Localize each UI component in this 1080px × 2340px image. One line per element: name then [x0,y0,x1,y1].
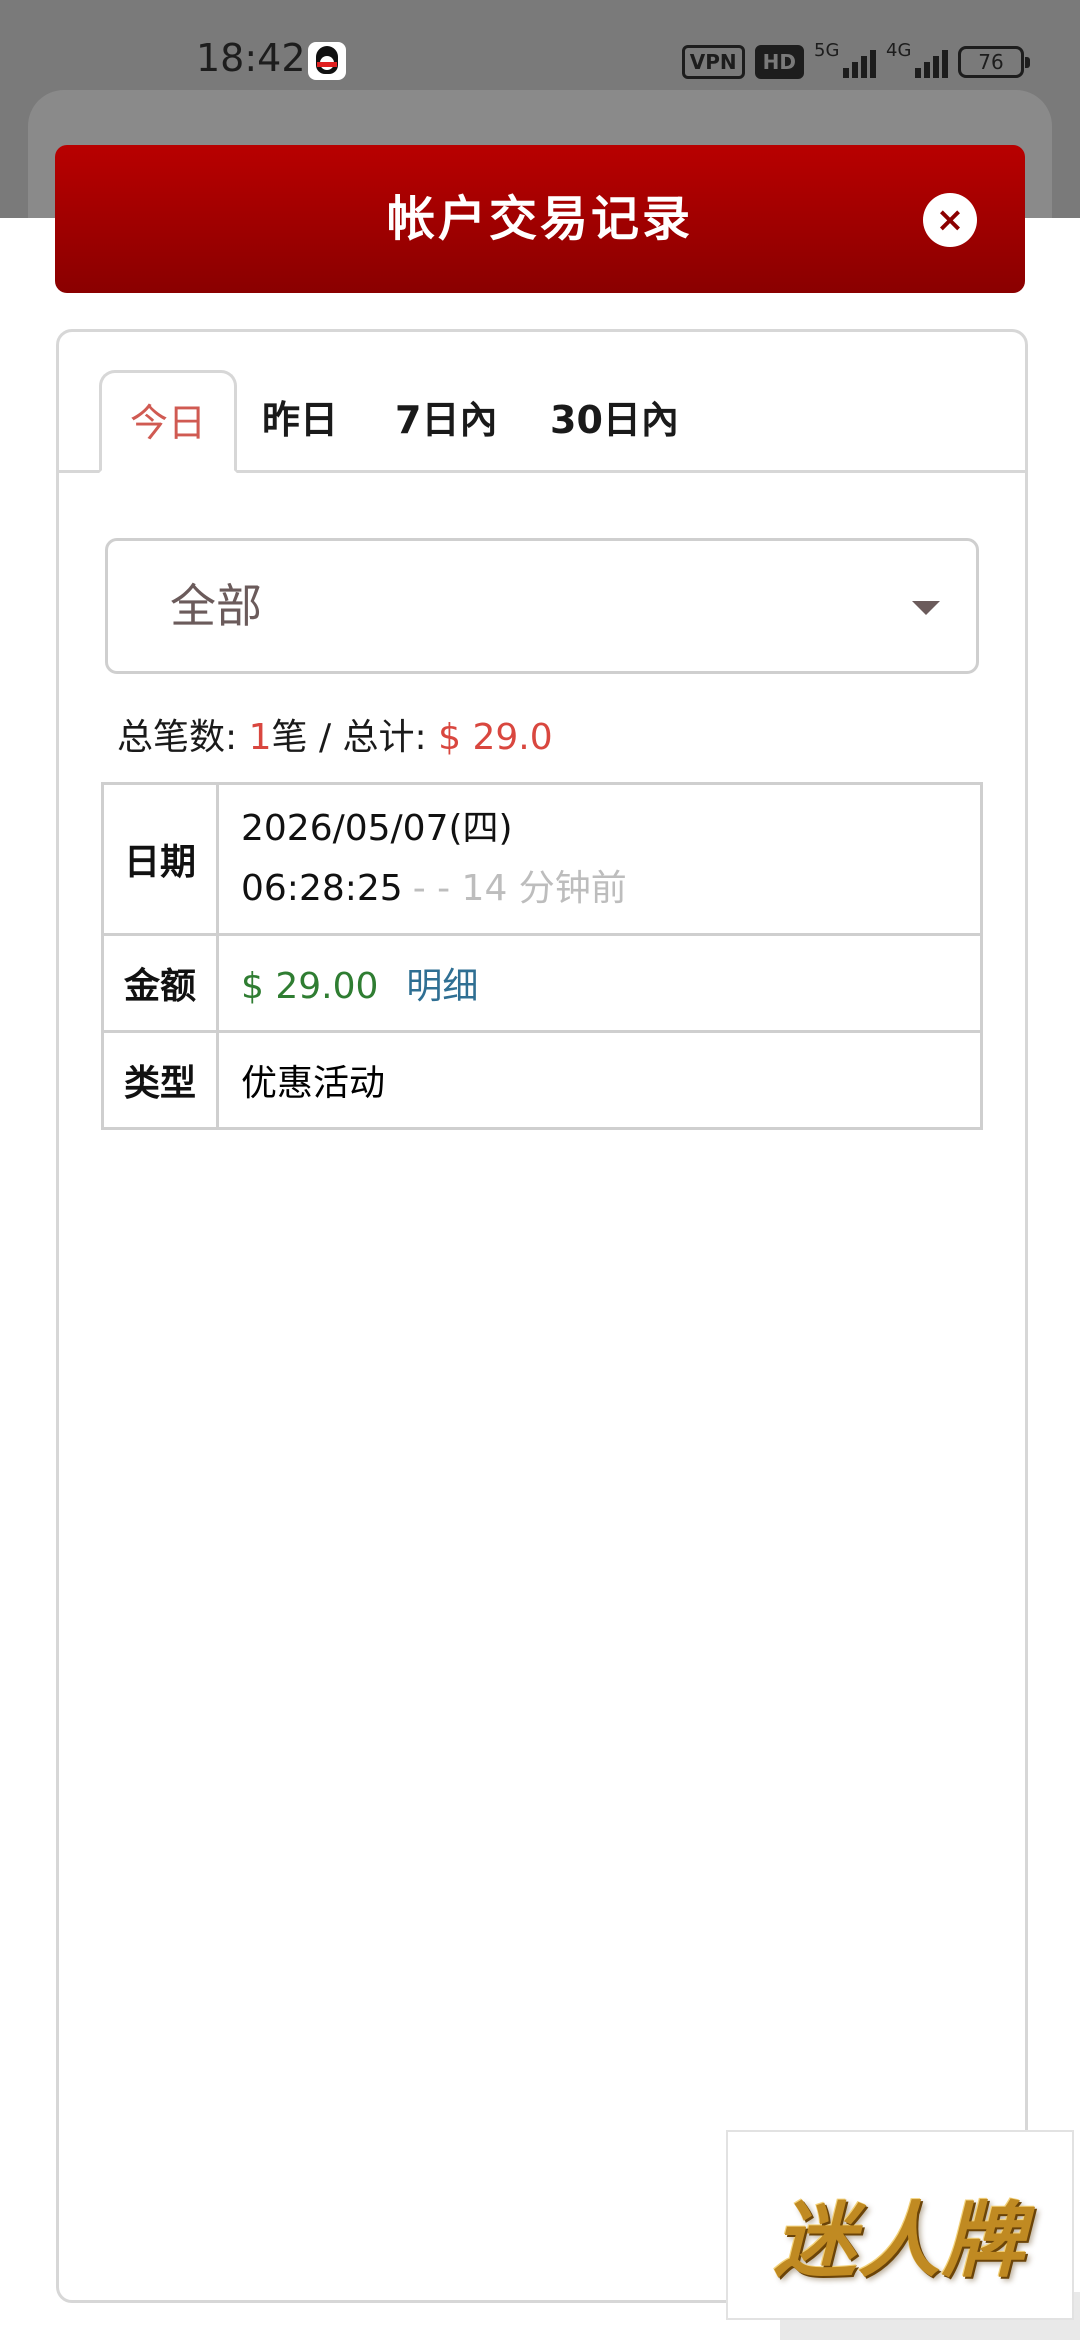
hd-icon: HD [754,45,804,79]
system-icons: VPN HD 5G 4G 76 [681,40,1030,82]
table-row: 日期 2026/05/07(四) 06:28:25- - 14 分钟前 [101,782,983,936]
date-value-cell: 2026/05/07(四) 06:28:25- - 14 分钟前 [216,782,983,936]
close-button[interactable]: × [923,193,977,247]
amount-value-cell: $ 29.00 明细 [216,933,983,1033]
close-icon: × [935,200,965,240]
records-panel: 今日 昨日 7日內 30日內 全部 总笔数: 1笔 / 总计: $ 29.0 日… [56,329,1028,2303]
time-ago: - - 14 分钟前 [412,868,627,909]
modal-title: 帐户交易记录 [386,191,693,247]
brand-badge[interactable]: 迷人牌 [726,2130,1074,2320]
record-count: 1 [248,717,272,758]
detail-link[interactable]: 明细 [406,966,478,1007]
status-time: 18:42 [196,36,306,80]
date-key: 日期 [101,782,219,936]
count-unit: 笔 / 总计: [271,717,427,758]
tab-7-days[interactable]: 7日內 [395,370,497,470]
type-value: 优惠活动 [216,1030,983,1130]
type-key: 类型 [101,1030,219,1130]
type-filter-select[interactable]: 全部 [105,538,979,674]
total-amount: $ 29.0 [438,717,553,758]
date-range-tabs: 今日 昨日 7日內 30日內 [59,332,1025,473]
amount-value: $ 29.00 [241,966,379,1007]
brand-badge-text: 迷人牌 [774,2193,1026,2289]
date-value: 2026/05/07(四) [241,808,513,849]
signal-5g-icon: 5G [814,40,876,80]
summary-line: 总笔数: 1笔 / 总计: $ 29.0 [117,708,553,760]
battery-icon: 76 [958,46,1030,78]
type-filter-value: 全部 [170,579,262,633]
table-row: 金额 $ 29.00 明细 [101,933,983,1033]
vpn-icon: VPN [681,45,745,79]
signal-5g-label: 5G [814,40,840,61]
amount-key: 金额 [101,933,219,1033]
chevron-down-icon [912,601,940,615]
time-value: 06:28:25 [241,868,403,909]
signal-4g-icon: 4G [886,40,948,80]
tab-30-days[interactable]: 30日內 [550,370,679,470]
qq-notification-icon [308,42,346,80]
tab-yesterday[interactable]: 昨日 [262,370,338,470]
tab-today[interactable]: 今日 [99,370,237,473]
signal-4g-label: 4G [886,40,912,61]
modal-header: 帐户交易记录 × [55,145,1025,293]
count-label: 总笔数: [117,717,238,758]
table-row: 类型 优惠活动 [101,1030,983,1130]
transaction-record-table: 日期 2026/05/07(四) 06:28:25- - 14 分钟前 金额 $… [101,782,983,1130]
